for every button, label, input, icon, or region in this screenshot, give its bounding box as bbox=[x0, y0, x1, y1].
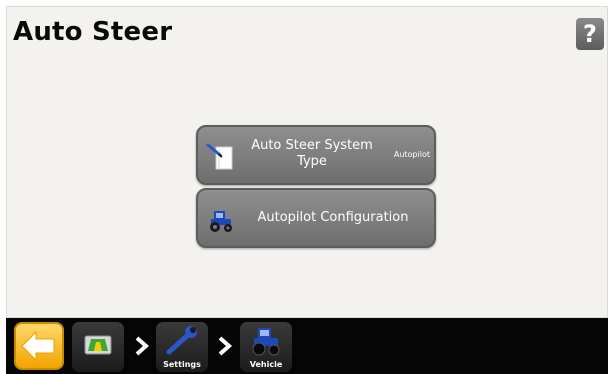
page-title: Auto Steer bbox=[13, 17, 173, 47]
chevron-right-icon bbox=[135, 336, 150, 356]
tractor-icon bbox=[210, 211, 232, 232]
chevron-right-icon bbox=[218, 336, 233, 356]
document-pen-icon bbox=[206, 143, 233, 170]
back-arrow-icon bbox=[21, 330, 55, 362]
screen: Auto Steer ? Auto Steer System Type Auto… bbox=[0, 0, 614, 374]
breadcrumb-vehicle-label: Vehicle bbox=[249, 360, 283, 369]
breadcrumb-vehicle[interactable]: Vehicle bbox=[240, 322, 292, 372]
auto-steer-system-type-button[interactable]: Auto Steer System Type Autopilot bbox=[196, 125, 436, 185]
bottom-navigation-bar: Settings Vehicle bbox=[6, 318, 608, 374]
help-button[interactable]: ? bbox=[576, 18, 604, 50]
breadcrumb-settings-label: Settings bbox=[163, 360, 201, 369]
auto-steer-system-type-label: Auto Steer System Type bbox=[251, 138, 373, 169]
auto-steer-system-type-value: Autopilot bbox=[393, 150, 430, 159]
breadcrumb-settings[interactable]: Settings bbox=[156, 322, 208, 372]
back-button[interactable] bbox=[14, 322, 64, 370]
breadcrumb-home[interactable] bbox=[72, 322, 124, 372]
autopilot-configuration-button[interactable]: Autopilot Configuration bbox=[196, 188, 436, 248]
autopilot-configuration-label: Autopilot Configuration bbox=[257, 210, 409, 225]
main-panel: Auto Steer ? Auto Steer System Type Auto… bbox=[6, 6, 608, 318]
home-screen-icon bbox=[84, 335, 112, 355]
